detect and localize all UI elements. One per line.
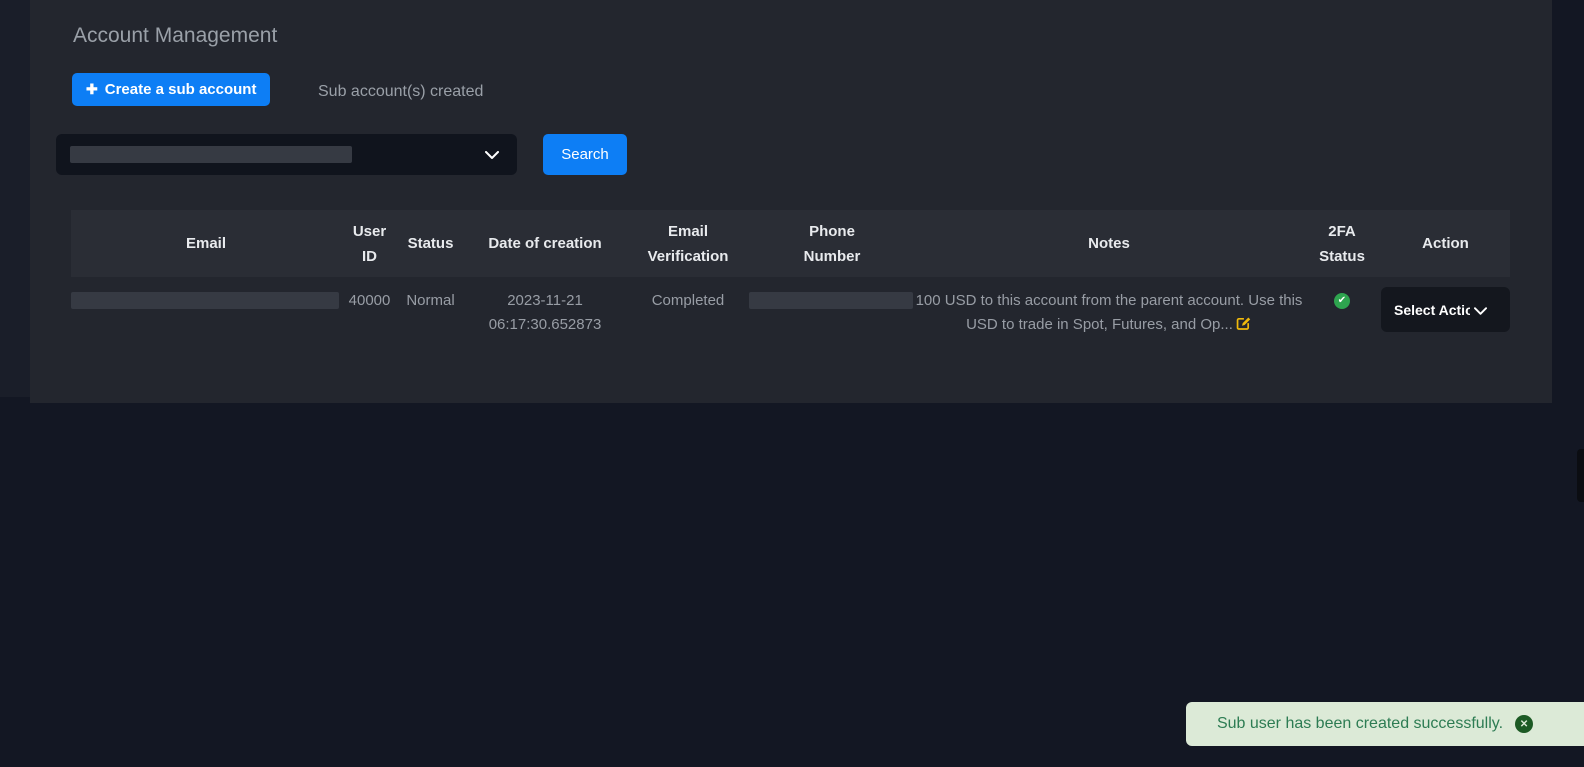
sub-accounts-created-label: Sub account(s) created: [318, 83, 484, 100]
cell-date-of-creation: 2023-11-21 06:17:30.652873: [488, 292, 602, 333]
table-row: 40000 Normal 2023-11-21 06:17:30.652873 …: [71, 277, 1510, 340]
header-email-verification: Email Verification: [647, 222, 729, 265]
cell-user-id: 40000: [348, 292, 391, 309]
left-margin-strip: [0, 0, 30, 397]
select-action-dropdown[interactable]: Select Action: [1381, 287, 1510, 332]
header-2fa-status: 2FA Status: [1319, 222, 1365, 265]
header-user-id: User ID: [352, 222, 387, 265]
plus-icon: ✚: [86, 81, 98, 97]
cell-notes: 100 USD to this account from the parent …: [915, 289, 1303, 340]
create-sub-account-label: Create a sub account: [104, 81, 257, 98]
cell-2fa-status: ✔: [1303, 289, 1381, 340]
toast-message: Sub user has been created successfully.: [1216, 715, 1504, 732]
page-title: Account Management: [73, 24, 278, 47]
table-header-row: Email User ID Status Date of creation Em…: [71, 210, 1510, 277]
cell-status: Normal: [406, 292, 455, 309]
edit-note-icon[interactable]: [1235, 315, 1252, 340]
sub-accounts-table: Email User ID Status Date of creation Em…: [71, 210, 1510, 340]
cell-action: Select Action: [1381, 287, 1510, 340]
account-filter-select[interactable]: [56, 134, 517, 175]
header-status: Status: [407, 235, 454, 252]
chevron-down-icon: [485, 146, 499, 164]
cell-email: [71, 289, 341, 340]
search-button[interactable]: Search: [543, 134, 627, 175]
header-notes: Notes: [1088, 235, 1130, 252]
success-toast: Sub user has been created successfully. …: [1186, 702, 1584, 746]
header-action: Action: [1422, 235, 1469, 252]
chevron-down-icon: [1474, 302, 1487, 318]
cell-phone-number: [749, 289, 915, 340]
redacted-phone-value: [749, 292, 913, 309]
redacted-selected-value: [70, 146, 352, 163]
account-management-panel: Account Management ✚ Create a sub accoun…: [30, 0, 1552, 403]
cell-email-verification: Completed: [651, 292, 725, 309]
toast-close-icon[interactable]: ✕: [1515, 715, 1534, 733]
header-email: Email: [185, 235, 227, 252]
select-action-label: Select Action: [1394, 301, 1470, 318]
scrollbar-thumb[interactable]: [1577, 449, 1584, 502]
header-phone-number: Phone Number: [803, 222, 861, 265]
redacted-email-value: [71, 292, 339, 309]
create-sub-account-button[interactable]: ✚ Create a sub account: [72, 73, 271, 106]
header-date-of-creation: Date of creation: [488, 235, 602, 252]
check-circle-icon: ✔: [1334, 293, 1350, 309]
